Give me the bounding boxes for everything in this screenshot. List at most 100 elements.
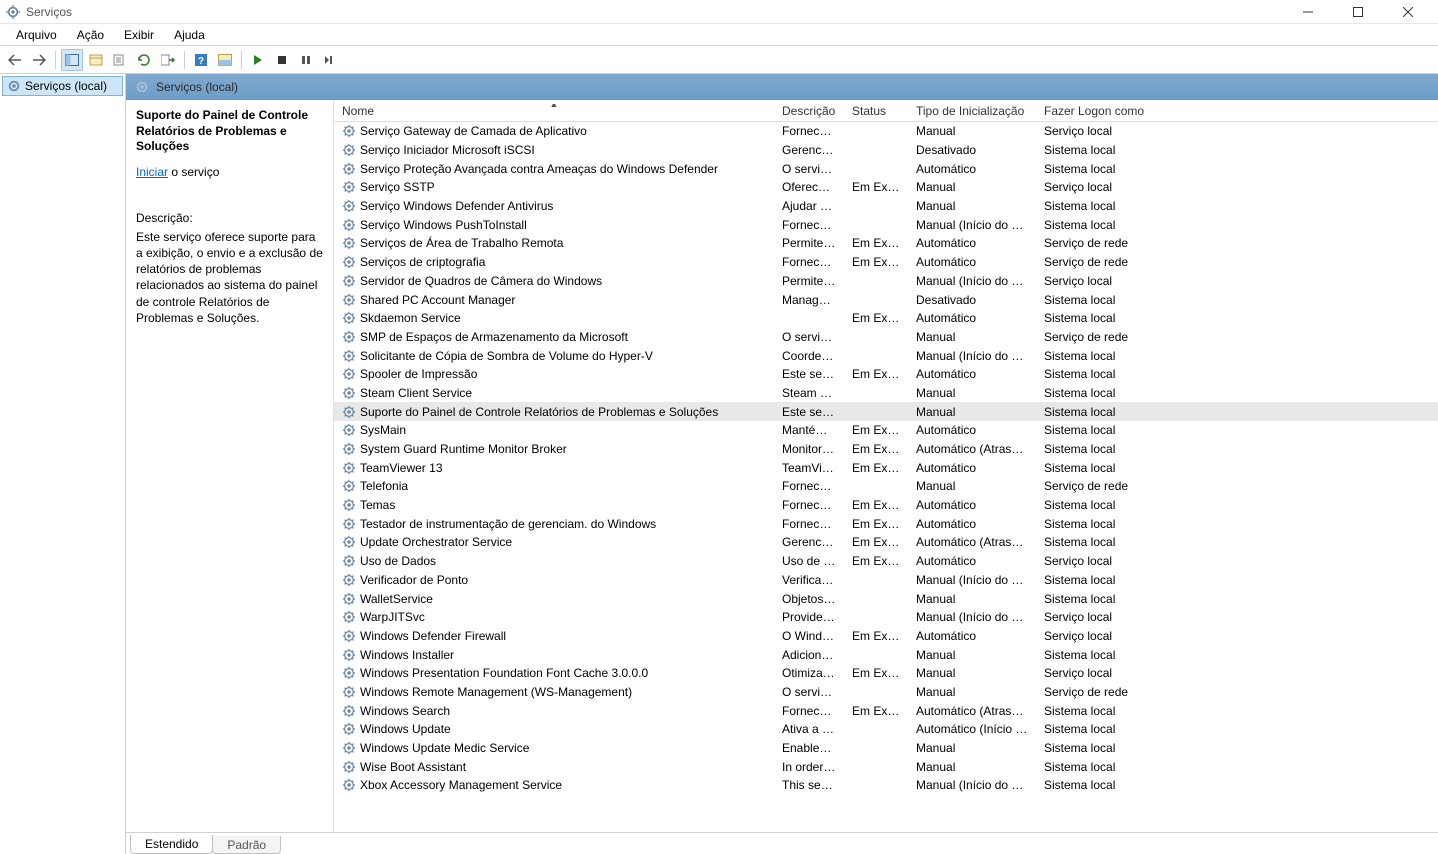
tree-pane: Serviços (local) (0, 74, 126, 854)
menu-arquivo[interactable]: Arquivo (6, 26, 67, 44)
service-logon: Sistema local (1036, 423, 1186, 437)
pause-service-button[interactable] (295, 49, 317, 71)
service-row[interactable]: TemasFornece g...Em Exe...AutomáticoSist… (334, 496, 1438, 515)
service-start-type: Manual (908, 386, 1036, 400)
service-row[interactable]: Solicitante de Cópia de Sombra de Volume… (334, 346, 1438, 365)
gear-icon (342, 592, 356, 606)
tab-standard[interactable]: Padrão (212, 836, 281, 854)
service-start-type: Automático (908, 162, 1036, 176)
service-start-type: Manual (908, 180, 1036, 194)
stop-service-button[interactable] (271, 49, 293, 71)
service-logon: Sistema local (1036, 498, 1186, 512)
export-list-button[interactable] (157, 49, 179, 71)
service-row[interactable]: WarpJITSvcProvides a...Manual (Início do… (334, 608, 1438, 627)
service-row[interactable]: Windows Remote Management (WS-Management… (334, 683, 1438, 702)
service-row[interactable]: Serviço Gateway de Camada de AplicativoF… (334, 122, 1438, 141)
service-row[interactable]: Windows InstallerAdiciona, ...ManualSist… (334, 645, 1438, 664)
gear-icon (342, 442, 356, 456)
column-header-name[interactable]: Nome ▲ (334, 104, 774, 118)
back-button[interactable] (4, 49, 26, 71)
help-button[interactable]: ? (190, 49, 212, 71)
service-logon: Serviço local (1036, 124, 1186, 138)
service-row[interactable]: Verificador de PontoVerifica po...Manual… (334, 571, 1438, 590)
service-row[interactable]: Serviço Iniciador Microsoft iSCSIGerenci… (334, 141, 1438, 160)
service-row[interactable]: Update Orchestrator ServiceGerencia ...E… (334, 533, 1438, 552)
refresh-button[interactable] (133, 49, 155, 71)
detail-action: Iniciar o serviço (136, 165, 323, 179)
column-header-desc[interactable]: Descrição (774, 104, 844, 118)
service-row[interactable]: SMP de Espaços de Armazenamento da Micro… (334, 328, 1438, 347)
service-row[interactable]: System Guard Runtime Monitor BrokerMonit… (334, 440, 1438, 459)
action-suffix: o serviço (168, 165, 219, 179)
menu-ajuda[interactable]: Ajuda (164, 26, 215, 44)
start-service-button[interactable] (247, 49, 269, 71)
service-desc: Ativa a de... (774, 722, 844, 736)
service-row[interactable]: Xbox Accessory Management ServiceThis se… (334, 776, 1438, 795)
service-name: Windows Installer (360, 648, 454, 662)
service-name: Uso de Dados (360, 554, 436, 568)
export-button[interactable] (109, 49, 131, 71)
service-row[interactable]: Testador de instrumentação de gerenciam.… (334, 514, 1438, 533)
details-pane-button[interactable] (61, 49, 83, 71)
properties-button[interactable] (85, 49, 107, 71)
close-button[interactable] (1394, 3, 1422, 21)
service-row[interactable]: Suporte do Painel de Controle Relatórios… (334, 402, 1438, 421)
service-row[interactable]: Steam Client ServiceSteam Cli...ManualSi… (334, 384, 1438, 403)
service-start-type: Manual (908, 405, 1036, 419)
service-desc: Fornece in... (774, 704, 844, 718)
service-row[interactable]: Serviços de criptografiaFornece tr...Em … (334, 253, 1438, 272)
service-row[interactable]: Windows SearchFornece in...Em Exe...Auto… (334, 701, 1438, 720)
column-header-status[interactable]: Status (844, 104, 908, 118)
service-desc: Permite q... (774, 274, 844, 288)
service-logon: Serviço de rede (1036, 330, 1186, 344)
service-row[interactable]: Serviço Windows Defender AntivirusAjudar… (334, 197, 1438, 216)
service-row[interactable]: Skdaemon ServiceEm Exe...AutomáticoSiste… (334, 309, 1438, 328)
column-header-start[interactable]: Tipo de Inicialização (908, 104, 1036, 118)
service-row[interactable]: Shared PC Account ManagerManages ...Desa… (334, 290, 1438, 309)
service-row[interactable]: Windows UpdateAtiva a de...Automático (I… (334, 720, 1438, 739)
service-desc: O serviço ... (774, 162, 844, 176)
start-link[interactable]: Iniciar (136, 165, 168, 179)
service-desc: Fornece s... (774, 218, 844, 232)
service-name: Suporte do Painel de Controle Relatórios… (360, 405, 718, 419)
service-start-type: Automático (908, 236, 1036, 250)
show-hide-button[interactable] (214, 49, 236, 71)
service-row[interactable]: Servidor de Quadros de Câmera do Windows… (334, 272, 1438, 291)
forward-button[interactable] (28, 49, 50, 71)
tree-root-item[interactable]: Serviços (local) (2, 76, 123, 96)
service-logon: Sistema local (1036, 741, 1186, 755)
service-row[interactable]: Serviço SSTPOferece s...Em Exe...ManualS… (334, 178, 1438, 197)
minimize-button[interactable] (1294, 3, 1322, 21)
service-logon: Sistema local (1036, 293, 1186, 307)
service-name: Serviço Iniciador Microsoft iSCSI (360, 143, 535, 157)
menu-acao[interactable]: Ação (67, 26, 114, 44)
service-desc: This servic... (774, 778, 844, 792)
list-body[interactable]: Serviço Gateway de Camada de AplicativoF… (334, 122, 1438, 832)
gear-icon (342, 218, 356, 232)
service-row[interactable]: Serviços de Área de Trabalho RemotaPermi… (334, 234, 1438, 253)
menu-exibir[interactable]: Exibir (114, 26, 164, 44)
service-row[interactable]: Windows Defender FirewallO Windo...Em Ex… (334, 627, 1438, 646)
detail-selected-name: Suporte do Painel de Controle Relatórios… (136, 108, 323, 155)
service-logon: Sistema local (1036, 535, 1186, 549)
service-row[interactable]: TeamViewer 13TeamView...Em Exe...Automát… (334, 458, 1438, 477)
maximize-button[interactable] (1344, 3, 1372, 21)
service-row[interactable]: Windows Update Medic ServiceEnables re..… (334, 739, 1438, 758)
service-logon: Serviço de rede (1036, 236, 1186, 250)
column-header-logon[interactable]: Fazer Logon como (1036, 104, 1186, 118)
service-row[interactable]: WalletServiceObjetos d...ManualSistema l… (334, 589, 1438, 608)
content-header-label: Serviços (local) (156, 80, 238, 94)
service-row[interactable]: Serviço Windows PushToInstallFornece s..… (334, 215, 1438, 234)
service-start-type: Manual (908, 330, 1036, 344)
service-row[interactable]: TelefoniaFornece s...ManualServiço de re… (334, 477, 1438, 496)
service-row[interactable]: SysMainMantém e...Em Exe...AutomáticoSis… (334, 421, 1438, 440)
service-logon: Sistema local (1036, 143, 1186, 157)
restart-service-button[interactable] (319, 49, 341, 71)
service-row[interactable]: Serviço Proteção Avançada contra Ameaças… (334, 159, 1438, 178)
tab-extended[interactable]: Estendido (130, 835, 213, 854)
service-row[interactable]: Spooler de ImpressãoEste serviç...Em Exe… (334, 365, 1438, 384)
service-row[interactable]: Wise Boot AssistantIn order to...ManualS… (334, 757, 1438, 776)
service-row[interactable]: Uso de DadosUso de da...Em Exe...Automát… (334, 552, 1438, 571)
service-status: Em Exe... (844, 498, 908, 512)
service-row[interactable]: Windows Presentation Foundation Font Cac… (334, 664, 1438, 683)
